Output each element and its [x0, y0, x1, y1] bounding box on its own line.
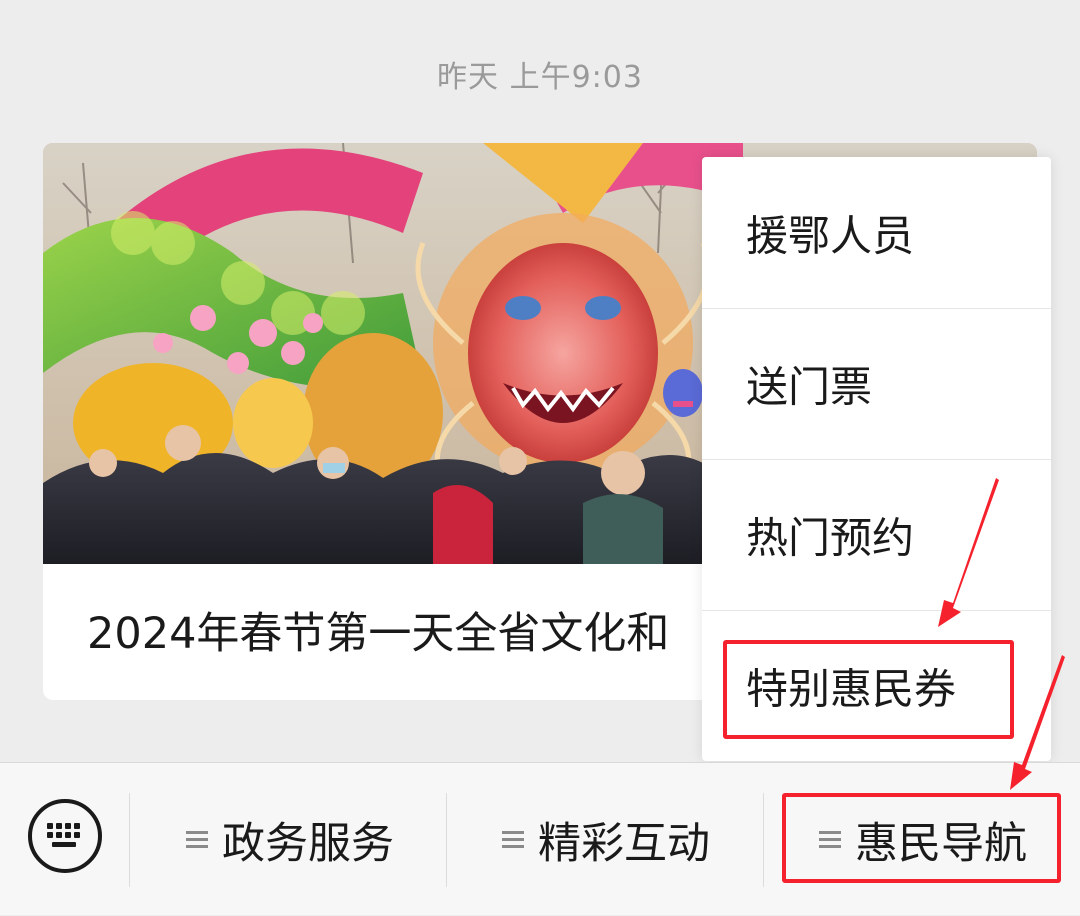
- article-title: 2024年春节第一天全省文化和: [87, 609, 670, 659]
- highlight-box-special-voucher: [723, 640, 1014, 739]
- message-timestamp: 昨天 上午9:03: [437, 60, 643, 95]
- menu-item-yuan-e-personnel[interactable]: 援鄂人员: [702, 157, 1051, 308]
- menu-item-label: 援鄂人员: [746, 211, 915, 260]
- menu-item-label: 送门票: [746, 362, 873, 411]
- tab-label: 精彩互动: [538, 818, 710, 869]
- menu-lines-icon: [186, 827, 208, 852]
- tab-label: 政务服务: [222, 818, 394, 869]
- keyboard-icon: [47, 823, 80, 847]
- menu-item-popular-booking[interactable]: 热门预约: [702, 459, 1051, 610]
- tab-interactive-events[interactable]: 精彩互动: [447, 763, 763, 916]
- menu-lines-icon: [502, 827, 524, 852]
- menu-item-free-tickets[interactable]: 送门票: [702, 308, 1051, 459]
- keyboard-toggle-button[interactable]: [28, 799, 102, 873]
- menu-item-label: 热门预约: [746, 513, 915, 562]
- highlight-box-benefits-navigation: [782, 793, 1061, 883]
- tab-government-services[interactable]: 政务服务: [130, 763, 446, 916]
